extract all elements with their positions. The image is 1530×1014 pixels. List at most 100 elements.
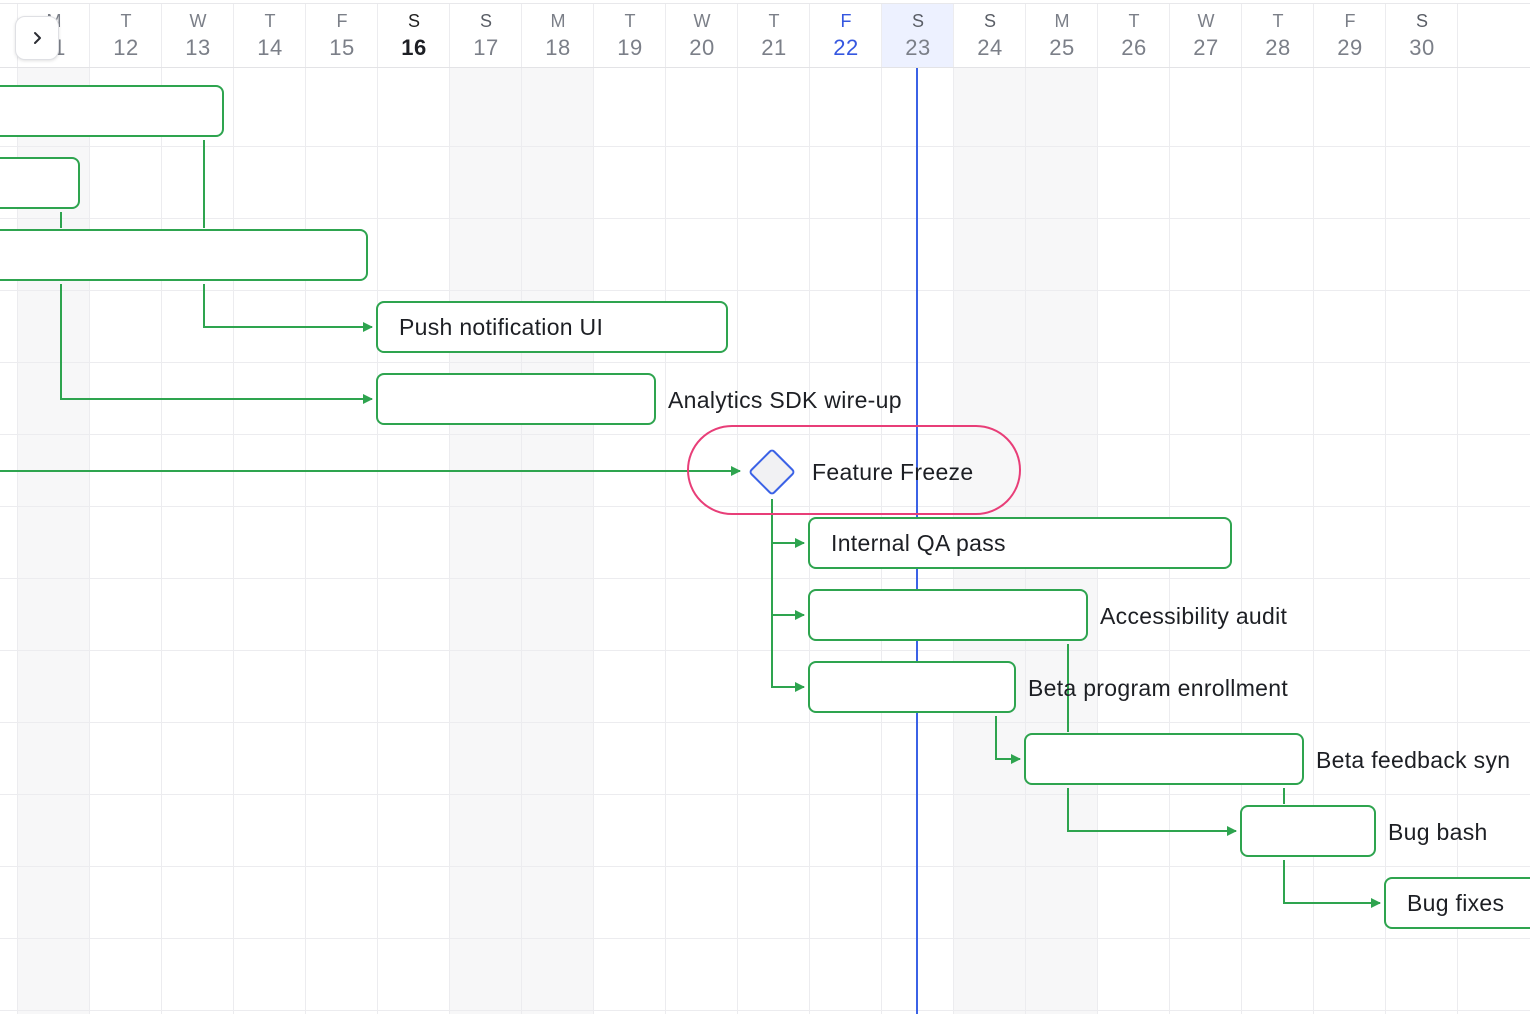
grid-column-line [1385, 3, 1386, 1014]
day-weekday: F [1344, 11, 1356, 31]
day-number: 12 [113, 35, 139, 60]
day-weekday: W [1197, 11, 1215, 31]
task-bar-accessibility-audit[interactable] [808, 589, 1088, 641]
day-header-27: W 27 [1170, 3, 1242, 67]
grid-column-line [1025, 3, 1026, 1014]
day-weekday: T [1128, 11, 1140, 31]
grid-row-line [0, 722, 1530, 723]
task-bar-bug-fixes[interactable]: Bug fixes [1384, 877, 1530, 929]
grid-column-line [665, 3, 666, 1014]
task-label: Beta program enrollment [1028, 675, 1289, 701]
task-bar-push-notification-ui[interactable]: Push notification UI [376, 301, 728, 353]
grid-row-line [0, 794, 1530, 795]
weekend-column [18, 68, 90, 1014]
day-weekday: F [336, 11, 348, 31]
gantt-chart: S10M11T12W13T14F15S16S17M18T19W20T21F22S… [0, 0, 1530, 1014]
day-number: 20 [689, 35, 715, 60]
header-bottom-border [0, 67, 1530, 68]
day-number: 22 [833, 35, 859, 60]
grid-column-line [161, 3, 162, 1014]
grid-column-line [521, 3, 522, 1014]
day-header-24: S 24 [954, 3, 1026, 67]
day-number: 27 [1193, 35, 1219, 60]
day-number: 13 [185, 35, 211, 60]
day-number: 16 [401, 35, 427, 60]
day-header-15: F 15 [306, 3, 378, 67]
task-bar[interactable] [0, 229, 368, 281]
day-weekday: M [1054, 11, 1070, 31]
task-label: Internal QA pass [831, 530, 1006, 556]
task-bar-beta-feedback[interactable] [1024, 733, 1304, 785]
task-bar-beta-enrollment[interactable] [808, 661, 1016, 713]
day-number: 28 [1265, 35, 1291, 60]
grid-column-line [1241, 3, 1242, 1014]
day-number: 26 [1121, 35, 1147, 60]
day-number: 30 [1409, 35, 1435, 60]
day-header-30: S 30 [1386, 3, 1458, 67]
day-header-21: T 21 [738, 3, 810, 67]
day-number: 25 [1049, 35, 1075, 60]
weekend-column [450, 68, 594, 1014]
day-weekday: T [1272, 11, 1284, 31]
day-weekday: T [768, 11, 780, 31]
day-header-14: T 14 [234, 3, 306, 67]
day-weekday: S [983, 11, 996, 31]
task-bar[interactable] [0, 85, 224, 137]
task-label: Accessibility audit [1100, 603, 1288, 629]
day-weekday: T [120, 11, 132, 31]
day-weekday: M [550, 11, 566, 31]
day-weekday: W [693, 11, 711, 31]
task-label: Analytics SDK wire-up [668, 387, 902, 413]
grid-column-line [233, 3, 234, 1014]
grid-row-line [0, 650, 1530, 651]
day-header-29: F 29 [1314, 3, 1386, 67]
day-weekday: F [840, 11, 852, 31]
day-weekday: W [189, 11, 207, 31]
day-number: 19 [617, 35, 643, 60]
milestone-label: Feature Freeze [812, 459, 974, 485]
task-bar-bug-bash[interactable] [1240, 805, 1376, 857]
day-header-19: T 19 [594, 3, 666, 67]
day-weekday: S [911, 11, 924, 31]
day-header-18: M 18 [522, 3, 594, 67]
grid-row-line [0, 578, 1530, 579]
day-header-28: T 28 [1242, 3, 1314, 67]
day-header-20: W 20 [666, 3, 738, 67]
day-weekday: S [407, 11, 420, 31]
grid-column-line [1457, 3, 1458, 1014]
grid-column-line [1097, 3, 1098, 1014]
day-number: 24 [977, 35, 1003, 60]
task-bar-analytics-sdk[interactable] [376, 373, 656, 425]
day-header-23: S 23 [882, 3, 954, 67]
day-number: 17 [473, 35, 499, 60]
dependency-line [60, 284, 373, 404]
expand-sidebar-button[interactable] [15, 16, 59, 60]
grid-column-line [1313, 3, 1314, 1014]
grid-column-line [377, 3, 378, 1014]
grid-row-line [0, 146, 1530, 147]
task-label: Bug bash [1388, 819, 1488, 845]
grid-row-line [0, 290, 1530, 291]
task-bar[interactable] [0, 157, 80, 209]
day-number: 23 [905, 35, 931, 60]
grid-row-line [0, 362, 1530, 363]
grid-column-line [305, 3, 306, 1014]
day-number: 15 [329, 35, 355, 60]
day-header-16: S 16 [378, 3, 450, 67]
task-bar-internal-qa-pass[interactable]: Internal QA pass [808, 517, 1232, 569]
grid-column-line [449, 3, 450, 1014]
day-number: 18 [545, 35, 571, 60]
task-label: Beta feedback syn [1316, 747, 1511, 773]
day-header-22: F 22 [810, 3, 882, 67]
day-header-26: T 26 [1098, 3, 1170, 67]
chevron-right-icon [34, 32, 41, 44]
day-header-17: S 17 [450, 3, 522, 67]
day-weekday: T [264, 11, 276, 31]
grid-row-line [0, 218, 1530, 219]
grid-column-line [1169, 3, 1170, 1014]
grid-row-line [0, 866, 1530, 867]
day-header-25: M 25 [1026, 3, 1098, 67]
day-number: 14 [257, 35, 283, 60]
day-header-13: W 13 [162, 3, 234, 67]
dependency-line [771, 615, 805, 692]
